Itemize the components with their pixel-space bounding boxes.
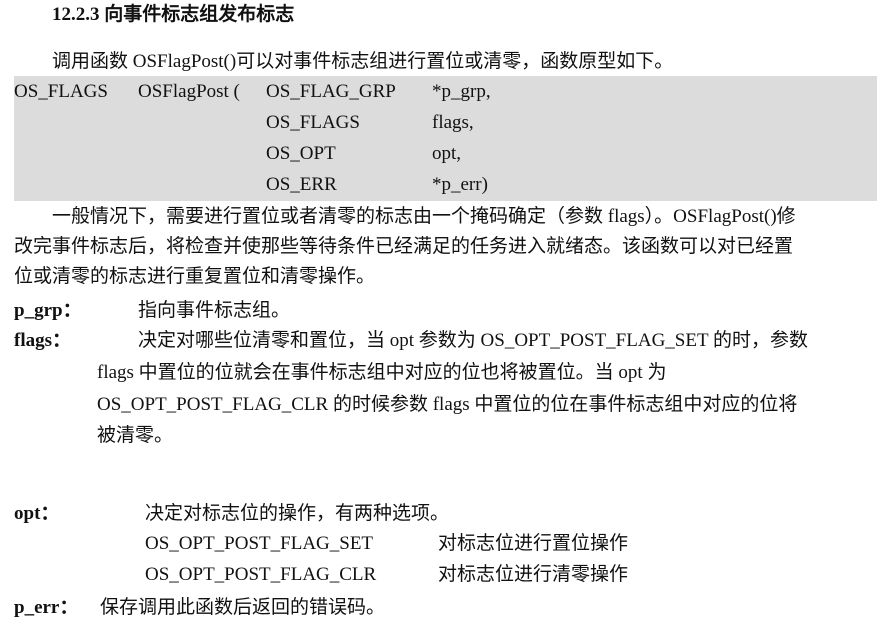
param-term-p-err: p_err： (14, 597, 79, 618)
prototype-param-type: OS_FLAG_GRP (266, 81, 396, 102)
param-desc-opt: 决定对标志位的操作，有两种选项。 (145, 503, 450, 524)
param-term-opt: opt： (14, 503, 60, 524)
option-desc: 对标志位进行清零操作 (438, 564, 629, 585)
option-desc: 对标志位进行置位操作 (438, 533, 629, 554)
prototype-param-type: OS_FLAGS (266, 112, 360, 133)
param-desc-flags: flags 中置位的位就会在事件标志组中对应的位也将被置位。当 opt 为 (97, 362, 667, 383)
param-desc-p-err: 保存调用此函数后返回的错误码。 (100, 597, 386, 618)
param-desc-flags: 决定对哪些位清零和置位，当 opt 参数为 OS_OPT_POST_FLAG_S… (138, 330, 808, 351)
intro-paragraph: 调用函数 OSFlagPost()可以对事件标志组进行置位或清零，函数原型如下。 (52, 51, 674, 72)
description-line: 改完事件标志后，将检查并使那些等待条件已经满足的任务进入就绪态。该函数可以对已经… (14, 236, 794, 257)
description-line: 一般情况下，需要进行置位或者清零的标志由一个掩码确定（参数 flags）。OSF… (52, 206, 796, 227)
param-desc-flags: OS_OPT_POST_FLAG_CLR 的时候参数 flags 中置位的位在事… (97, 394, 798, 415)
option-name: OS_OPT_POST_FLAG_SET (145, 533, 374, 554)
prototype-function-name: OSFlagPost ( (138, 81, 240, 102)
prototype-param-name: *p_err) (432, 174, 488, 195)
function-prototype-block: OS_FLAGS OSFlagPost ( OS_FLAG_GRP *p_grp… (14, 76, 877, 201)
prototype-param-name: opt, (432, 143, 462, 164)
param-desc-flags: 被清零。 (97, 425, 174, 446)
prototype-param-name: *p_grp, (432, 81, 491, 102)
description-line: 位或清零的标志进行重复置位和清零操作。 (14, 266, 376, 287)
option-name: OS_OPT_POST_FLAG_CLR (145, 564, 377, 585)
param-desc-p-grp: 指向事件标志组。 (138, 300, 291, 321)
section-heading: 12.2.3 向事件标志组发布标志 (52, 4, 295, 25)
prototype-param-type: OS_OPT (266, 143, 336, 164)
param-term-p-grp: p_grp： (14, 300, 82, 321)
prototype-return-type: OS_FLAGS (14, 81, 108, 102)
param-term-flags: flags： (14, 330, 72, 351)
prototype-param-name: flags, (432, 112, 474, 133)
prototype-param-type: OS_ERR (266, 174, 337, 195)
